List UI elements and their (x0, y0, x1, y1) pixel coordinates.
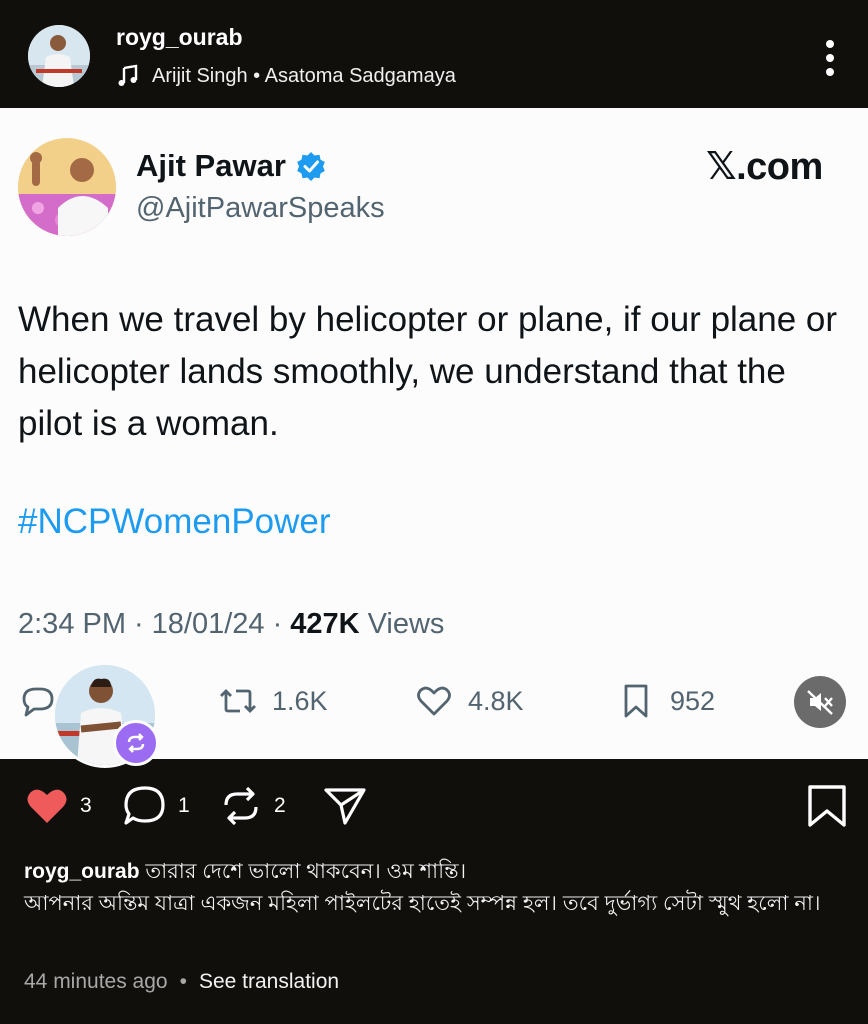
retweet-icon (220, 689, 256, 713)
post-username[interactable]: royg_ourab (116, 24, 243, 51)
more-vertical-icon[interactable] (818, 38, 842, 78)
tweet-card: Ajit Pawar @AjitPawarSpeaks 𝕏.com When w… (0, 108, 868, 768)
tweet-views-label: Views (367, 608, 445, 640)
post-repost-count: 2 (274, 794, 286, 817)
save-button[interactable] (804, 782, 850, 830)
heart-filled-icon (27, 789, 67, 823)
repost-icon (224, 786, 258, 826)
caption-text: তারার দেশে ভালো থাকবেন। ওম শান্তি। (145, 860, 467, 883)
heart-icon (417, 686, 451, 716)
verified-badge-icon (297, 152, 325, 181)
tweet-views-count: 427K (290, 608, 360, 640)
music-label: Arijit Singh • Asatoma Sadgamaya (152, 64, 456, 87)
post-like-count: 3 (80, 794, 92, 817)
share-button[interactable] (322, 782, 368, 830)
meta-dot: · (272, 608, 283, 640)
avatar[interactable] (28, 25, 90, 87)
meta-dot: · (134, 608, 144, 640)
tweet-date: 18/01/24 (151, 608, 265, 640)
tweet-handle[interactable]: @AjitPawarSpeaks (136, 192, 385, 225)
x-brand-logo: 𝕏.com (706, 146, 823, 188)
share-icon (324, 788, 366, 825)
retweet-button[interactable]: 1.6K (218, 676, 328, 726)
display-name-text: Ajit Pawar (136, 148, 286, 183)
comment-button[interactable]: 1 (122, 782, 190, 830)
post-comment-count: 1 (178, 794, 190, 817)
repost-badge-icon (113, 720, 159, 766)
tweet-hashtag[interactable]: #NCPWomenPower (18, 502, 331, 542)
save-icon (808, 785, 846, 827)
bookmark-icon (624, 684, 648, 718)
tweet-display-name[interactable]: Ajit Pawar (136, 148, 326, 184)
see-translation-link[interactable]: See translation (199, 970, 339, 994)
retweet-count: 1.6K (272, 685, 328, 716)
music-info[interactable]: Arijit Singh • Asatoma Sadgamaya (116, 62, 456, 90)
tweet-meta: 2:34 PM · 18/01/24 · 427K Views (18, 608, 444, 641)
caption-text-line2: আপনার অন্তিম যাত্রা একজন মহিলা পাইলটের হ… (24, 892, 821, 915)
post-caption: royg_ourab তারার দেশে ভালো থাকবেন। ওম শা… (24, 856, 844, 920)
post-header: royg_ourab Arijit Singh • Asatoma Sadgam… (0, 0, 868, 108)
tweet-time: 2:34 PM (18, 608, 126, 640)
comment-icon (124, 786, 165, 825)
like-button[interactable]: 4.8K (414, 676, 524, 726)
mute-button[interactable] (794, 676, 846, 728)
tweet-avatar (18, 138, 116, 236)
tweet-text: When we travel by helicopter or plane, i… (18, 300, 838, 443)
bookmark-button[interactable]: 952 (616, 676, 715, 726)
post-footer: 44 minutes ago • See translation (24, 970, 339, 994)
mute-icon (807, 690, 833, 715)
post-actions: 3 1 2 (0, 776, 868, 836)
post-timestamp: 44 minutes ago (24, 970, 168, 993)
like-post-button[interactable]: 3 (24, 782, 92, 830)
music-note-icon (118, 64, 138, 86)
repost-button[interactable]: 2 (218, 782, 286, 830)
bookmark-count: 952 (670, 685, 716, 716)
footer-separator: • (179, 970, 187, 993)
caption-username[interactable]: royg_ourab (24, 860, 140, 883)
like-count: 4.8K (468, 685, 524, 716)
